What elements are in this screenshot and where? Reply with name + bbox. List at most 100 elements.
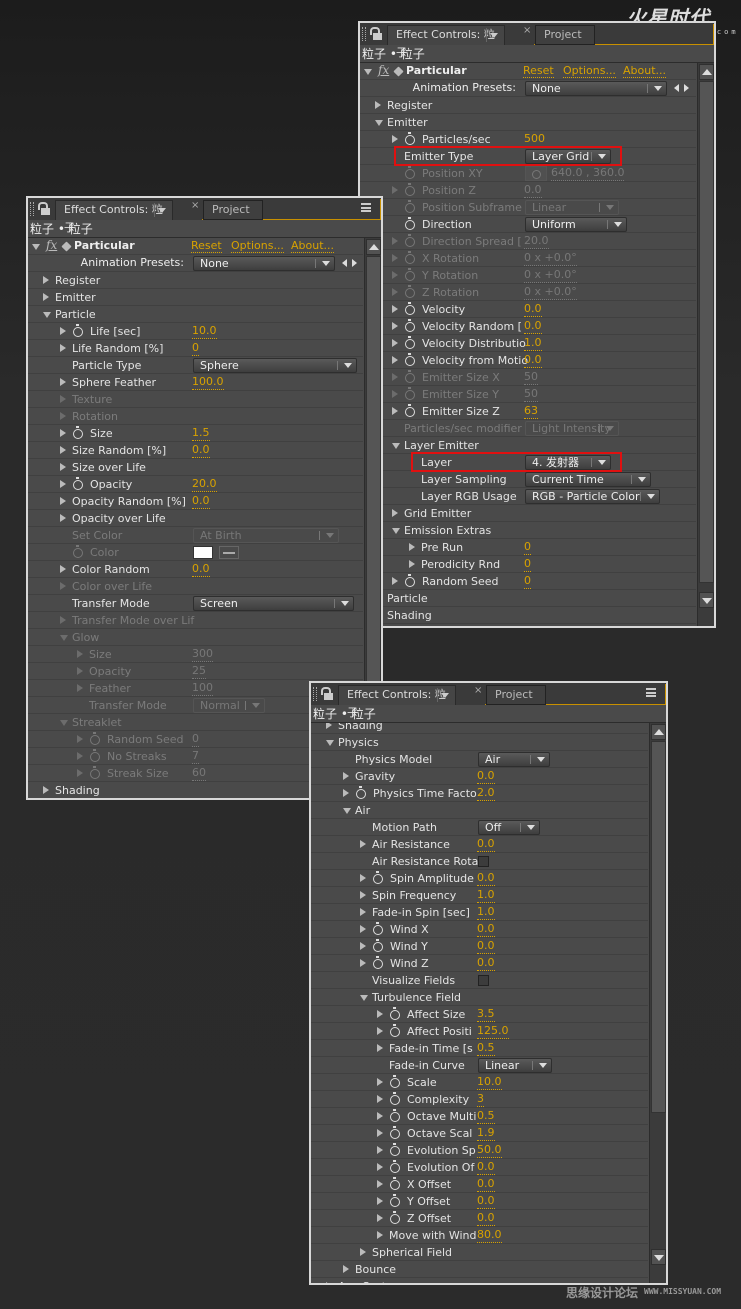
tab-dropdown-icon[interactable] <box>154 204 168 217</box>
property-dropdown[interactable]: Linear <box>478 1058 552 1073</box>
property-value[interactable]: 2.0 <box>477 786 495 801</box>
tab-project[interactable]: Project <box>486 685 546 705</box>
property-value[interactable]: 0 <box>524 540 531 555</box>
stopwatch-icon[interactable] <box>73 324 83 337</box>
expand-right-icon[interactable] <box>343 772 349 780</box>
expand-right-icon[interactable] <box>375 101 381 109</box>
property-value[interactable]: 3 <box>477 1092 484 1107</box>
property-value[interactable]: 10.0 <box>192 324 217 339</box>
property-value[interactable]: 50 <box>524 370 538 385</box>
expand-right-icon[interactable] <box>60 378 66 386</box>
property-dropdown[interactable]: Off <box>478 820 540 835</box>
stopwatch-icon[interactable] <box>373 939 383 952</box>
scroll-down-button[interactable] <box>699 592 714 608</box>
expand-right-icon[interactable] <box>360 874 366 882</box>
stopwatch-icon[interactable] <box>405 200 415 213</box>
scroll-up-button[interactable] <box>651 724 666 740</box>
expand-right-icon[interactable] <box>60 446 66 454</box>
expand-down-icon[interactable] <box>392 443 400 449</box>
expand-right-icon[interactable] <box>60 344 66 352</box>
expand-right-icon[interactable] <box>392 288 398 296</box>
property-value[interactable]: 0.0 <box>524 319 542 334</box>
property-dropdown[interactable]: At Birth <box>193 528 339 543</box>
expand-right-icon[interactable] <box>60 514 66 522</box>
property-value[interactable]: 0 <box>524 557 531 572</box>
property-dropdown[interactable]: Normal <box>193 698 265 713</box>
expand-right-icon[interactable] <box>392 271 398 279</box>
property-value[interactable]: 0.0 <box>477 956 495 971</box>
reset-link[interactable]: Reset <box>191 239 222 253</box>
stopwatch-icon[interactable] <box>90 749 100 762</box>
panel-menu-icon[interactable] <box>646 688 656 697</box>
expand-right-icon[interactable] <box>60 565 66 573</box>
stopwatch-icon[interactable] <box>73 545 83 558</box>
stopwatch-icon[interactable] <box>405 166 415 179</box>
expand-right-icon[interactable] <box>409 560 415 568</box>
expand-down-icon[interactable] <box>60 720 68 726</box>
tab-project[interactable]: Project <box>203 200 263 220</box>
expand-right-icon[interactable] <box>77 769 83 777</box>
panel-grip-handle[interactable] <box>362 27 366 41</box>
expand-right-icon[interactable] <box>360 925 366 933</box>
expand-right-icon[interactable] <box>377 1095 383 1103</box>
stopwatch-icon[interactable] <box>390 1007 400 1020</box>
property-checkbox[interactable] <box>478 856 489 867</box>
expand-down-icon[interactable] <box>343 808 351 814</box>
expand-down-icon[interactable] <box>392 528 400 534</box>
expand-right-icon[interactable] <box>43 276 49 284</box>
stopwatch-icon[interactable] <box>390 1075 400 1088</box>
expand-right-icon[interactable] <box>43 293 49 301</box>
expand-right-icon[interactable] <box>60 497 66 505</box>
expand-right-icon[interactable] <box>77 752 83 760</box>
expand-right-icon[interactable] <box>392 237 398 245</box>
previous-preset-icon[interactable] <box>674 84 679 92</box>
lock-icon[interactable] <box>321 687 333 701</box>
expand-down-icon[interactable] <box>60 635 68 641</box>
tab-dropdown-icon[interactable] <box>486 29 500 42</box>
expand-right-icon[interactable] <box>377 1197 383 1205</box>
property-value[interactable]: 0.0 <box>477 1177 495 1192</box>
stopwatch-icon[interactable] <box>90 766 100 779</box>
expand-right-icon[interactable] <box>377 1112 383 1120</box>
property-value[interactable]: 100.0 <box>192 375 224 390</box>
stopwatch-icon[interactable] <box>390 1160 400 1173</box>
stopwatch-icon[interactable] <box>373 922 383 935</box>
next-preset-icon[interactable] <box>684 84 689 92</box>
tab-project[interactable]: Project <box>535 25 595 45</box>
expand-right-icon[interactable] <box>43 786 49 794</box>
stopwatch-icon[interactable] <box>405 234 415 247</box>
stopwatch-icon[interactable] <box>390 1109 400 1122</box>
tab-effect-controls[interactable]: Effect Controls: 粒子 <box>387 25 505 59</box>
property-value[interactable]: 500 <box>524 132 545 147</box>
property-value[interactable]: 0.0 <box>477 1211 495 1226</box>
property-value[interactable]: 0.0 <box>192 443 210 458</box>
animation-presets-dropdown[interactable]: None <box>525 81 667 96</box>
stopwatch-icon[interactable] <box>405 370 415 383</box>
property-value[interactable]: 60 <box>192 766 206 781</box>
property-dropdown[interactable]: Current Time <box>525 472 651 487</box>
options-link[interactable]: Options... <box>563 64 616 78</box>
expand-right-icon[interactable] <box>360 908 366 916</box>
lock-icon[interactable] <box>370 27 382 41</box>
tab-effect-controls[interactable]: Effect Controls: 粒子 <box>338 685 456 719</box>
expand-right-icon[interactable] <box>392 509 398 517</box>
expand-down-icon[interactable] <box>326 740 334 746</box>
property-value[interactable]: 63 <box>524 404 538 419</box>
property-value[interactable]: 20.0 <box>192 477 217 492</box>
previous-preset-icon[interactable] <box>342 259 347 267</box>
stopwatch-icon[interactable] <box>405 574 415 587</box>
expand-right-icon[interactable] <box>392 577 398 585</box>
property-value[interactable]: 300 <box>192 647 213 662</box>
property-value[interactable]: 0.0 <box>477 939 495 954</box>
about-link[interactable]: About... <box>291 239 335 253</box>
stopwatch-icon[interactable] <box>390 1143 400 1156</box>
property-value[interactable]: 1.0 <box>524 336 542 351</box>
stopwatch-icon[interactable] <box>405 387 415 400</box>
expand-right-icon[interactable] <box>326 723 332 729</box>
expand-right-icon[interactable] <box>343 789 349 797</box>
expand-down-icon[interactable] <box>43 312 51 318</box>
vertical-scrollbar[interactable] <box>697 63 714 626</box>
close-icon[interactable]: × <box>191 200 199 211</box>
stopwatch-icon[interactable] <box>405 285 415 298</box>
expand-right-icon[interactable] <box>409 543 415 551</box>
